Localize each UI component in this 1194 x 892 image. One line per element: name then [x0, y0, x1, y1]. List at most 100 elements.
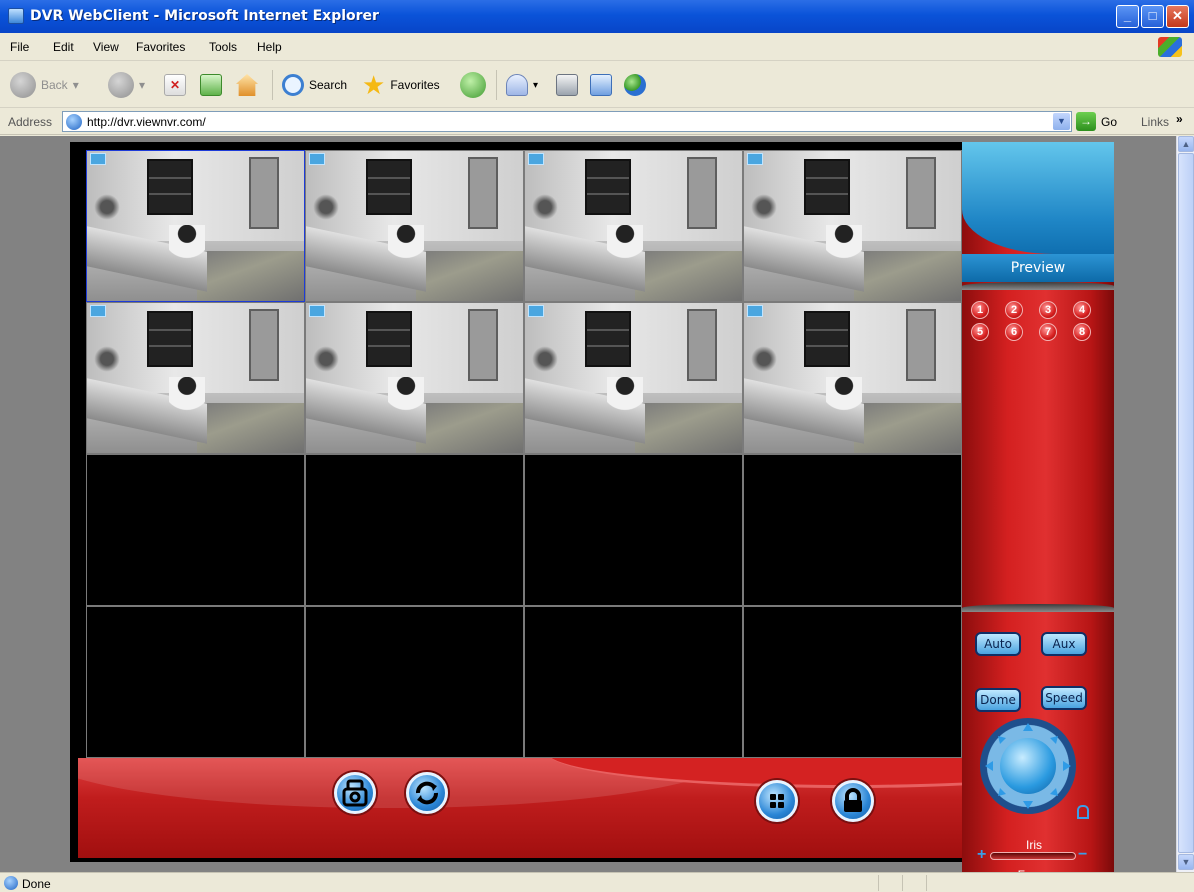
- refresh-button[interactable]: [406, 772, 448, 814]
- stop-button[interactable]: ✕: [164, 70, 186, 100]
- camera-feed-shelf: [585, 159, 631, 215]
- ptz-up-icon[interactable]: [1023, 723, 1033, 731]
- scroll-thumb[interactable]: [1178, 153, 1194, 853]
- channel-button-4[interactable]: 4: [1073, 301, 1091, 319]
- favorites-button[interactable]: ★ Favorites: [362, 70, 440, 100]
- vertical-scrollbar[interactable]: ▲ ▼: [1176, 136, 1194, 872]
- camera-feed-person: [826, 377, 862, 421]
- home-button[interactable]: [236, 70, 258, 100]
- camera-view-16[interactable]: [743, 606, 962, 758]
- back-dropdown-icon: ▾: [72, 78, 79, 92]
- refresh-page-button[interactable]: [200, 70, 222, 100]
- channel-button-6[interactable]: 6: [1005, 323, 1023, 341]
- edit-button[interactable]: [590, 70, 612, 100]
- ptz-down-left-icon[interactable]: [998, 788, 1006, 796]
- history-icon: [460, 72, 486, 98]
- camera-view-10[interactable]: [305, 454, 524, 606]
- snapshot-button[interactable]: [334, 772, 376, 814]
- scroll-up-icon[interactable]: ▲: [1178, 136, 1194, 152]
- aux-button[interactable]: Aux: [1041, 632, 1087, 656]
- speed-button[interactable]: Speed: [1041, 686, 1087, 710]
- camera-feed-plant: [750, 191, 778, 223]
- search-button[interactable]: Search: [282, 70, 347, 100]
- channel-button-3[interactable]: 3: [1039, 301, 1057, 319]
- camera-view-7[interactable]: [524, 302, 743, 454]
- camera-view-8[interactable]: [743, 302, 962, 454]
- history-button[interactable]: [460, 70, 486, 100]
- go-arrow-icon[interactable]: →: [1076, 112, 1096, 131]
- channel-button-7[interactable]: 7: [1039, 323, 1057, 341]
- print-button[interactable]: [556, 70, 578, 100]
- menu-help[interactable]: Help: [257, 40, 282, 54]
- channel-button-1[interactable]: 1: [971, 301, 989, 319]
- channel-button-8[interactable]: 8: [1073, 323, 1091, 341]
- menu-file[interactable]: File: [10, 40, 29, 54]
- camera-feed-person: [169, 377, 205, 421]
- menu-edit[interactable]: Edit: [53, 40, 74, 54]
- panel-divider: [962, 282, 1114, 290]
- iris-plus-button[interactable]: +: [977, 846, 986, 864]
- layout-button[interactable]: [756, 780, 798, 822]
- camera-feed-door: [687, 309, 717, 381]
- camera-view-14[interactable]: [305, 606, 524, 758]
- minimize-button[interactable]: _: [1116, 5, 1139, 28]
- ptz-center-button[interactable]: [1000, 738, 1056, 794]
- preview-tab[interactable]: Preview: [962, 254, 1114, 282]
- camera-overlay-icon: [309, 153, 325, 165]
- iris-slider[interactable]: [990, 852, 1076, 860]
- camera-overlay-icon: [747, 305, 763, 317]
- ptz-up-left-icon[interactable]: [998, 736, 1006, 744]
- camera-view-13[interactable]: [86, 606, 305, 758]
- camera-feed-plant: [93, 343, 121, 375]
- camera-view-2[interactable]: [305, 150, 524, 302]
- address-url[interactable]: http://dvr.viewnvr.com/: [87, 115, 206, 129]
- camera-feed-door: [249, 157, 279, 229]
- refresh-page-icon: [200, 74, 222, 96]
- camera-feed-person: [388, 225, 424, 269]
- messenger-icon: [624, 74, 646, 96]
- address-dropdown-icon[interactable]: ▼: [1053, 113, 1070, 130]
- camera-view-4[interactable]: [743, 150, 962, 302]
- lock-button[interactable]: [832, 780, 874, 822]
- mail-dropdown-icon: ▾: [533, 79, 539, 91]
- mail-button[interactable]: ▾: [506, 70, 538, 100]
- links-chevron-icon[interactable]: »: [1176, 112, 1183, 126]
- ptz-left-icon[interactable]: [985, 761, 993, 771]
- camera-view-9[interactable]: [86, 454, 305, 606]
- messenger-button[interactable]: [624, 70, 646, 100]
- ptz-up-right-icon[interactable]: [1050, 736, 1058, 744]
- menu-view[interactable]: View: [93, 40, 119, 54]
- go-button[interactable]: Go: [1101, 115, 1117, 129]
- maximize-button[interactable]: □: [1141, 5, 1164, 28]
- address-input[interactable]: http://dvr.viewnvr.com/ ▼: [62, 111, 1072, 132]
- address-label: Address: [8, 115, 53, 129]
- camera-view-15[interactable]: [524, 606, 743, 758]
- dome-button[interactable]: Dome: [975, 688, 1021, 712]
- camera-view-6[interactable]: [305, 302, 524, 454]
- camera-feed-door: [906, 157, 936, 229]
- camera-view-3[interactable]: [524, 150, 743, 302]
- forward-arrow-icon: [108, 72, 134, 98]
- channel-button-5[interactable]: 5: [971, 323, 989, 341]
- ptz-down-icon[interactable]: [1023, 801, 1033, 809]
- home-icon: [236, 74, 258, 96]
- search-label: Search: [309, 78, 348, 92]
- back-button[interactable]: Back ▾: [10, 70, 79, 100]
- camera-view-12[interactable]: [743, 454, 962, 606]
- ptz-right-icon[interactable]: [1063, 761, 1071, 771]
- camera-view-11[interactable]: [524, 454, 743, 606]
- forward-button[interactable]: ▾: [108, 70, 145, 100]
- camera-view-1[interactable]: [86, 150, 305, 302]
- ptz-down-right-icon[interactable]: [1050, 788, 1058, 796]
- ptz-direction-pad[interactable]: [980, 718, 1076, 814]
- channel-button-2[interactable]: 2: [1005, 301, 1023, 319]
- links-label[interactable]: Links: [1141, 115, 1169, 129]
- unlock-icon[interactable]: [1077, 805, 1089, 819]
- close-button[interactable]: ✕: [1166, 5, 1189, 28]
- scroll-down-icon[interactable]: ▼: [1178, 854, 1194, 870]
- iris-minus-button[interactable]: −: [1078, 846, 1087, 864]
- auto-button[interactable]: Auto: [975, 632, 1021, 656]
- camera-view-5[interactable]: [86, 302, 305, 454]
- menu-tools[interactable]: Tools: [209, 40, 237, 54]
- menu-favorites[interactable]: Favorites: [136, 40, 185, 54]
